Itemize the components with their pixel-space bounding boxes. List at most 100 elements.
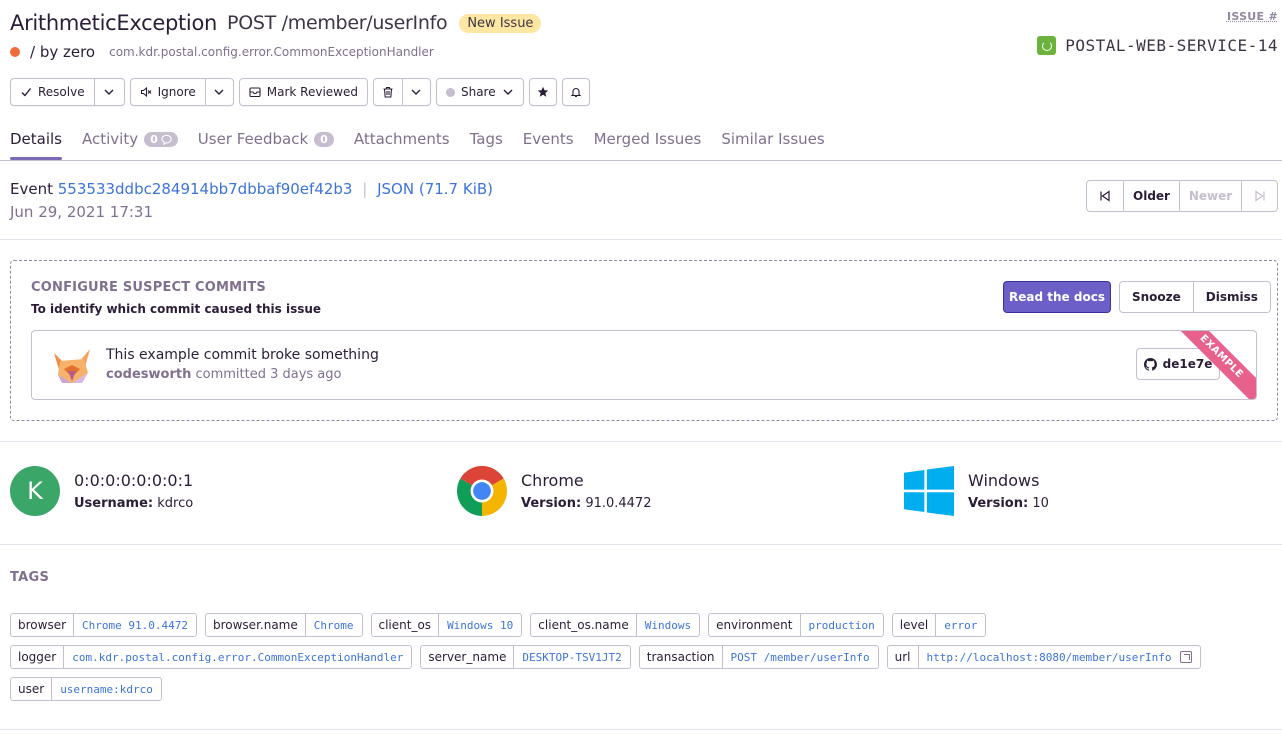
commit-message: This example commit broke something — [106, 347, 379, 363]
read-docs-button[interactable]: Read the docs — [1003, 281, 1111, 313]
suspect-commits-subtitle: To identify which commit caused this iss… — [31, 302, 322, 316]
tabs-divider — [0, 160, 1282, 161]
tab-activity[interactable]: Activity 0 — [82, 118, 178, 160]
context-user: K 0:0:0:0:0:0:0:1 Username: kdrco — [10, 465, 193, 517]
commit-time: committed 3 days ago — [195, 367, 342, 382]
resolve-label: Resolve — [38, 85, 85, 99]
chrome-icon — [457, 466, 507, 516]
suspect-commits-title: CONFIGURE SUSPECT COMMITS — [31, 280, 266, 295]
event-id-link[interactable]: 553533ddbc284914bb7dbbaf90ef42b3 — [58, 180, 353, 198]
bell-icon — [570, 88, 581, 98]
external-link-icon[interactable] — [1179, 651, 1192, 663]
codesworth-avatar-icon — [54, 349, 90, 383]
resolve-dropdown[interactable] — [93, 79, 124, 105]
event-date: Jun 29, 2021 17:31 — [10, 203, 153, 221]
ignore-label: Ignore — [157, 85, 196, 99]
chevron-down-icon — [104, 89, 114, 95]
exception-type: ArithmeticException — [10, 11, 218, 35]
delete-button[interactable] — [374, 79, 402, 105]
status-badge: New Issue — [459, 13, 542, 33]
issue-actions-toolbar: Resolve Ignore Mark Reviewed Share — [10, 78, 590, 106]
commit-author: codesworth — [106, 367, 192, 382]
mark-reviewed-label: Mark Reviewed — [266, 85, 358, 99]
inbox-icon — [249, 87, 261, 98]
tab-details[interactable]: Details — [10, 118, 63, 160]
feedback-count-badge: 0 — [314, 131, 334, 147]
bookmark-button[interactable] — [528, 78, 557, 106]
share-label: Share — [460, 85, 496, 99]
ignore-dropdown[interactable] — [204, 79, 233, 105]
older-event-button[interactable]: Older — [1123, 181, 1179, 211]
culprit: POST /member/userInfo — [227, 12, 448, 34]
event-label: Event — [10, 180, 53, 198]
error-location: com.kdr.postal.config.error.CommonExcept… — [109, 45, 434, 59]
tag-level[interactable]: level error — [891, 613, 987, 637]
first-event-button[interactable] — [1087, 181, 1123, 211]
tag-user[interactable]: user username:kdrco — [10, 677, 162, 701]
tab-attachments[interactable]: Attachments — [354, 118, 450, 160]
tab-user-feedback[interactable]: User Feedback 0 — [198, 118, 334, 160]
example-commit-card: This example commit broke something code… — [31, 330, 1257, 400]
event-pager: Older Newer — [1086, 180, 1278, 212]
tab-tags[interactable]: Tags — [470, 118, 503, 160]
github-icon — [1143, 357, 1157, 371]
delete-dropdown[interactable] — [401, 79, 430, 105]
tag-logger[interactable]: logger com.kdr.postal.config.error.Common… — [10, 645, 413, 669]
os-name: Windows — [968, 471, 1040, 490]
tag-browser[interactable]: browser Chrome 91.0.4472 — [10, 613, 197, 637]
tags-section-title: TAGS — [10, 570, 50, 585]
mute-icon — [140, 86, 151, 98]
activity-count-badge: 0 — [144, 131, 178, 147]
dismiss-button[interactable]: Dismiss — [1192, 282, 1270, 312]
share-status-dot — [445, 87, 455, 97]
comment-icon — [161, 134, 172, 145]
chevron-down-icon — [411, 89, 421, 95]
os-version: Version: 10 — [968, 496, 1049, 511]
resolve-button[interactable]: Resolve — [11, 79, 94, 105]
commit-meta: codesworth committed 3 days ago — [106, 367, 341, 382]
skip-back-icon — [1100, 190, 1110, 202]
resolve-button-group: Resolve — [10, 78, 125, 106]
user-ip: 0:0:0:0:0:0:0:1 — [74, 471, 194, 490]
tag-client-os-name[interactable]: client_os.name Windows — [530, 613, 701, 637]
chevron-down-icon — [214, 89, 224, 95]
context-os: Windows Version: 10 — [904, 465, 1049, 517]
ignore-button[interactable]: Ignore — [131, 79, 205, 105]
divider — [0, 441, 1282, 442]
subscribe-button[interactable] — [561, 78, 590, 106]
delete-button-group — [372, 78, 431, 106]
last-event-button[interactable] — [1241, 181, 1277, 211]
divider — [0, 729, 1282, 730]
tag-server-name[interactable]: server_name DESKTOP-TSV1JT2 — [420, 645, 631, 669]
tab-merged-issues[interactable]: Merged Issues — [594, 118, 702, 160]
tag-transaction[interactable]: transaction POST /member/userInfo — [638, 645, 879, 669]
project-icon — [1037, 36, 1057, 55]
separator: | — [362, 180, 368, 198]
error-message: / by zero — [30, 43, 96, 61]
tag-environment[interactable]: environment production — [708, 613, 884, 637]
issue-title-row: ArithmeticException POST /member/userInf… — [10, 8, 542, 38]
event-header: Event 553533ddbc284914bb7dbbaf90ef42b3 |… — [10, 180, 493, 198]
star-icon — [537, 86, 548, 97]
snooze-button[interactable]: Snooze — [1120, 282, 1193, 312]
share-button[interactable]: Share — [435, 78, 524, 106]
context-browser: Chrome Version: 91.0.4472 — [457, 465, 651, 517]
tab-similar-issues[interactable]: Similar Issues — [721, 118, 824, 160]
divider — [0, 239, 1282, 240]
event-json-link[interactable]: JSON (71.7 KiB) — [377, 180, 493, 198]
issue-tabs: Details Activity 0 User Feedback 0 Attac… — [10, 118, 825, 160]
tag-browser-name[interactable]: browser.name Chrome — [204, 613, 363, 637]
divider — [0, 544, 1282, 545]
browser-version: Version: 91.0.4472 — [521, 496, 652, 511]
issue-id-text: POSTAL-WEB-SERVICE-14 — [1065, 36, 1278, 55]
check-icon — [21, 88, 32, 97]
tab-events[interactable]: Events — [523, 118, 574, 160]
mark-reviewed-button[interactable]: Mark Reviewed — [238, 78, 368, 106]
tag-url[interactable]: url http://localhost:8080/member/userInfo — [886, 645, 1201, 669]
user-username: Username: kdrco — [74, 496, 194, 511]
tag-client-os[interactable]: client_os Windows 10 — [370, 613, 523, 637]
skip-forward-icon — [1254, 190, 1265, 202]
issue-id[interactable]: POSTAL-WEB-SERVICE-14 — [1037, 36, 1278, 55]
tags-list: browser Chrome 91.0.4472 browser.name Chro… — [10, 613, 1280, 701]
newer-event-button[interactable]: Newer — [1179, 181, 1241, 211]
